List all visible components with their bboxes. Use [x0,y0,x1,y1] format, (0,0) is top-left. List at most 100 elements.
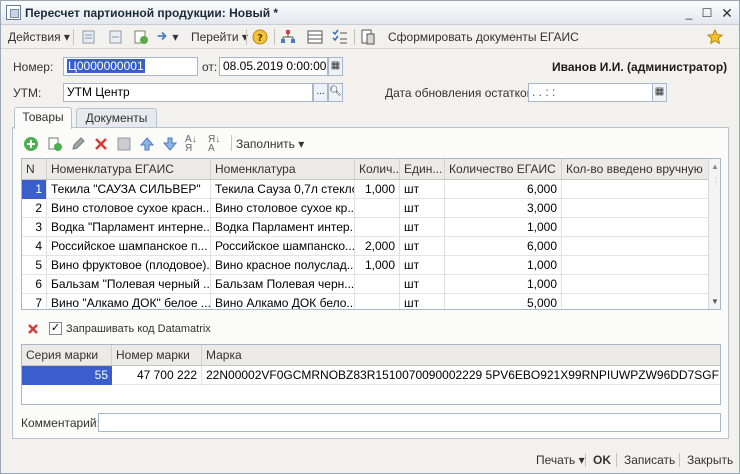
number-label: Номер: [13,60,54,74]
unpost-icon[interactable] [108,29,124,45]
more-menu[interactable]: ▾ [153,28,180,46]
vertical-scrollbar[interactable]: ▲ ▼ ⋮ [708,159,720,309]
row-number-cell: 4 [22,237,47,256]
date-field[interactable]: 08.05.2019 0:00:00 [219,57,328,76]
separator [354,29,355,45]
egais-name-cell: Водка "Парламент интерне... [47,218,211,237]
table-row[interactable]: 4 Российское шампанское п... Российское ша… [22,237,708,256]
manual-quantity-cell [562,218,708,237]
minimize-icon[interactable]: _ [681,5,697,21]
separator [585,453,586,467]
maximize-icon[interactable]: ☐ [699,5,715,21]
table-row[interactable]: 7 Вино "Алкамо ДОК" белое ... Вино Алкамо … [22,294,708,309]
structure-icon[interactable] [133,29,149,45]
arrow-right-icon [157,31,167,41]
clear-marks-icon[interactable] [27,323,39,335]
close-button[interactable]: Закрыть [687,453,733,467]
egais-quantity-cell: 6,000 [445,180,562,199]
ok-button[interactable]: OK [593,453,611,467]
move-up-icon[interactable] [139,136,155,152]
table-row[interactable]: 6 Бальзам "Полевая черный ... Бальзам Поле… [22,275,708,294]
goto-menu[interactable]: Перейти ▾ [189,28,250,46]
update-date-field[interactable]: . . : : [528,83,654,102]
egais-documents-button[interactable]: Сформировать документы ЕГАИС [386,28,581,46]
egais-quantity-cell: 1,000 [445,218,562,237]
utm-label: УТМ: [13,86,42,100]
unit-cell: шт [400,275,445,294]
table-row[interactable]: 5 Вино фруктовое (плодовое)... Вино красно… [22,256,708,275]
copy-icon[interactable] [47,136,63,152]
egais-quantity-cell: 5,000 [445,294,562,309]
quantity-cell: 1,000 [355,256,400,275]
col-unit[interactable]: Един... [400,159,445,179]
marks-table-header: Серия марки Номер марки Марка [22,345,720,366]
goods-table[interactable]: N Номенклатура ЕГАИС Номенклатура Колич.… [21,158,721,310]
utm-field[interactable]: УТМ Центр [63,83,313,102]
col-quantity[interactable]: Колич... [355,159,400,179]
fill-menu[interactable]: Заполнить ▾ [236,137,304,151]
col-n[interactable]: N [22,159,47,179]
col-nomenclature[interactable]: Номенклатура [211,159,355,179]
row-number-cell: 6 [22,275,47,294]
list-icon[interactable] [307,29,323,45]
quantity-cell [355,294,400,309]
separator [274,29,275,45]
datamatrix-checkbox[interactable]: ✓ [49,322,62,335]
close-icon[interactable]: ✕ [719,5,735,21]
row-number-cell: 2 [22,199,47,218]
col-mark[interactable]: Марка [202,345,720,365]
separator [73,29,74,45]
save-button[interactable]: Записать [624,453,675,467]
mark-row[interactable]: 55 47 700 222 22N00002VF0GCMRNOBZ83R1510… [22,366,720,385]
comment-label: Комментарий: [21,416,100,430]
mark-code-cell: 22N00002VF0GCMRNOBZ83R1510070090002229 5… [206,368,719,382]
goods-panel: A↓ Я Я↓ A Заполнить ▾ N Номенклатура ЕГАИС… [12,127,729,439]
select-ellipsis-button[interactable]: ... [313,83,328,102]
save-row-icon[interactable] [116,136,132,152]
open-search-icon[interactable]: 🔍︎ [328,83,343,102]
separator [231,135,232,151]
marks-table[interactable]: Серия марки Номер марки Марка 55 47 700 … [21,344,721,405]
col-mark-series[interactable]: Серия марки [22,345,112,365]
table-row[interactable]: 3 Водка "Парламент интерне... Водка Парлам… [22,218,708,237]
egais-doc-icon[interactable] [360,29,376,45]
calendar-icon[interactable]: ▦ [328,57,343,76]
calendar-icon[interactable]: ▦ [652,83,667,102]
col-manual-quantity[interactable]: Кол-во введено вручную [562,159,708,179]
manual-quantity-cell [562,180,708,199]
comment-field[interactable] [98,413,721,432]
main-toolbar: Действия ▾ ▾ Перейти ▾ ? Сформировать до… [1,25,739,49]
nomenclature-cell: Вино столовое сухое кр... [211,199,355,218]
number-field[interactable]: Ц0000000001 [63,57,198,76]
fill-label: Заполнить [236,137,295,151]
tab-goods[interactable]: Товары [14,107,72,129]
favorite-star-icon[interactable] [707,29,723,45]
sort-desc-icon[interactable]: Я↓ A [208,135,220,154]
egais-quantity-cell: 6,000 [445,237,562,256]
manual-quantity-cell [562,275,708,294]
manual-quantity-cell [562,294,708,309]
edit-icon[interactable] [70,136,86,152]
table-row[interactable]: 2 Вино столовое сухое красн... Вино столов… [22,199,708,218]
add-icon[interactable] [23,136,39,152]
post-icon[interactable] [81,29,97,45]
actions-menu[interactable]: Действия ▾ [6,28,72,46]
print-menu[interactable]: Печать ▾ [536,453,585,467]
tab-documents[interactable]: Документы [76,108,157,128]
col-egais-nomenclature[interactable]: Номенклатура ЕГАИС [47,159,211,179]
unit-cell: шт [400,199,445,218]
col-egais-quantity[interactable]: Количество ЕГАИС [445,159,562,179]
checklist-icon[interactable] [332,29,348,45]
col-mark-number[interactable]: Номер марки [112,345,202,365]
delete-icon[interactable] [93,136,109,152]
table-row[interactable]: 1 Текила "САУЗА СИЛЬВЕР" Текила Сауза 0,7л… [22,180,708,199]
sort-asc-icon[interactable]: A↓ Я [185,135,197,154]
quantity-cell [355,275,400,294]
manual-quantity-cell [562,256,708,275]
nomenclature-cell: Вино Алкамо ДОК бело... [211,294,355,309]
hierarchy-icon[interactable] [280,29,296,45]
help-icon[interactable]: ? [252,29,268,45]
egais-name-cell: Текила "САУЗА СИЛЬВЕР" [47,180,211,199]
quantity-cell: 1,000 [355,180,400,199]
move-down-icon[interactable] [162,136,178,152]
